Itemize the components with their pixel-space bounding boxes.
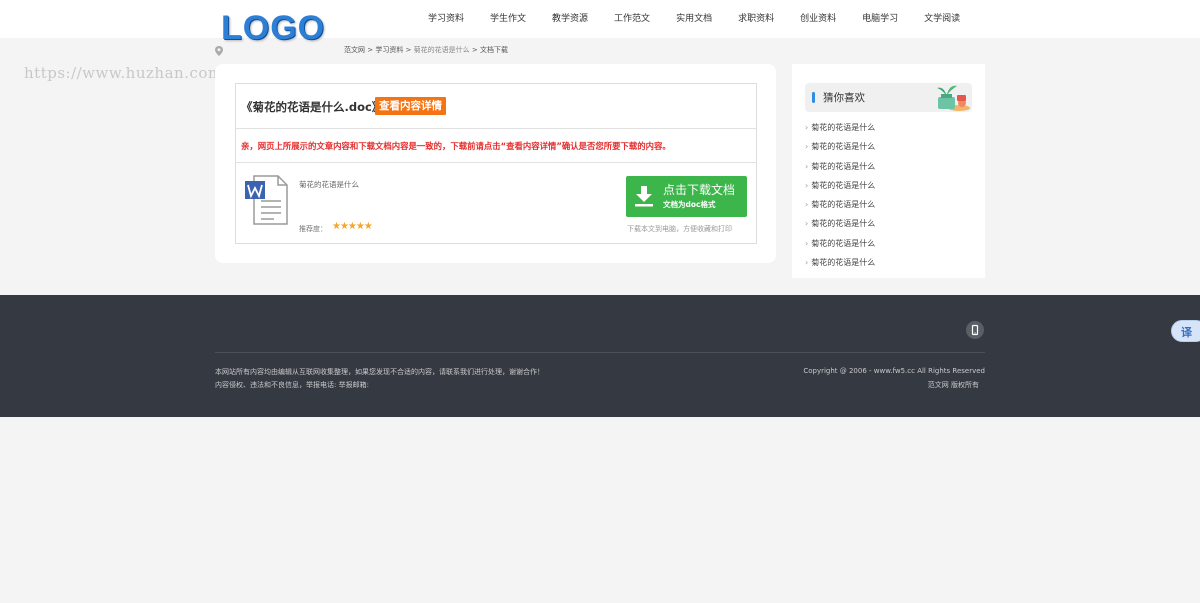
chevron-right-icon: › [805,200,809,210]
list-item-label: 菊花的花语是什么 [811,123,876,132]
list-item-label: 菊花的花语是什么 [811,258,876,268]
chevron-right-icon: › [805,123,809,132]
word-document-icon [245,175,288,225]
nav-item[interactable]: 创业资料 [800,0,836,38]
list-item[interactable]: › 菊花的花语是什么 [805,179,975,198]
download-button[interactable]: 点击下载文档 文档为doc格式 [626,176,747,217]
sidebar-panel: 猜你喜欢 › 菊花的花语是什么 › 菊花的花语是什么 › 菊花的花语是什么 › 菊花的花… [792,64,985,278]
download-notice: 亲，网页上所展示的文章内容和下载文档内容是一致的，下载前请点击“查看内容详情”确… [241,141,671,151]
nav-item[interactable]: 电脑学习 [862,0,898,38]
chevron-right-icon: › [805,258,809,268]
list-item-label: 菊花的花语是什么 [811,161,876,171]
sidebar-title: 猜你喜欢 [823,92,865,104]
document-title-row: 《菊花的花语是什么.doc》 查看内容详情 [236,84,756,129]
chevron-right-icon: › [805,238,809,248]
download-format-label: 文档为doc格式 [663,200,716,209]
mobile-phone-glyph [971,324,979,336]
list-item-label: 菊花的花语是什么 [811,180,876,190]
download-button-label: 点击下载文档 [663,183,736,197]
breadcrumb: 范文网 > 学习资料 > 菊花的花语是什么 > 文档下载 [344,45,508,55]
breadcrumb-article[interactable]: 菊花的花语是什么 [414,46,470,54]
view-details-button[interactable]: 查看内容详情 [375,97,446,115]
plant-illustration-icon [937,85,970,111]
list-item[interactable]: › 菊花的花语是什么 [805,198,975,217]
list-item[interactable]: › 菊花的花语是什么 [805,160,975,179]
list-item[interactable]: › 菊花的花语是什么 [805,237,975,256]
divider [236,162,756,163]
breadcrumb-separator: > [403,46,414,54]
download-hint: 下载本文到电脑，方便收藏和打印 [627,225,732,233]
breadcrumb-separator: > [469,46,480,54]
main-nav: 学习资料 学生作文 教学资源 工作范文 实用文档 求职资料 创业资料 电脑学习 … [428,0,986,38]
recommend-list: › 菊花的花语是什么 › 菊花的花语是什么 › 菊花的花语是什么 › 菊花的花语是什么 … [805,121,975,275]
file-name: 菊花的花语是什么 [299,180,359,189]
chevron-right-icon: › [805,142,809,152]
breadcrumb-category[interactable]: 学习资料 [375,46,403,54]
site-header: LOGO 学习资料 学生作文 教学资源 工作范文 实用文档 求职资料 创业资料 … [0,0,1200,47]
sidebar-header: 猜你喜欢 [805,83,972,112]
mobile-phone-icon[interactable] [966,321,984,339]
nav-item[interactable]: 求职资料 [738,0,774,38]
site-logo[interactable]: LOGO [221,8,325,48]
translate-button[interactable]: 译 [1171,320,1200,342]
nav-item[interactable]: 文学阅读 [924,0,960,38]
translate-icon: 译 [1181,326,1192,339]
footer-disclaimer: 本网站所有内容均由编辑从互联网收集整理，如果您发现不合适的内容，请联系我们进行处… [215,368,544,376]
chevron-right-icon: › [805,180,809,190]
sidebar-accent-bar [812,92,815,103]
site-footer: 本网站所有内容均由编辑从互联网收集整理，如果您发现不合适的内容，请联系我们进行处… [0,295,1200,417]
download-arrow-icon [635,186,653,207]
nav-item[interactable]: 教学资源 [552,0,588,38]
breadcrumb-home[interactable]: 范文网 [344,46,365,54]
footer-copyright: Copyright @ 2006 - www.fw5.cc All Rights… [803,367,985,375]
document-title: 《菊花的花语是什么.doc》 [241,100,384,114]
document-box: 《菊花的花语是什么.doc》 查看内容详情 亲，网页上所展示的文章内容和下载文档… [235,83,757,244]
footer-report-contact: 内容侵权、违法和不良信息，举报电话: 举报邮箱: [215,381,369,389]
chevron-right-icon: › [805,161,809,171]
list-item[interactable]: › 菊花的花语是什么 [805,140,975,159]
list-item[interactable]: › 菊花的花语是什么 [805,121,975,140]
list-item-label: 菊花的花语是什么 [811,200,876,210]
rating-stars: ★★★★★ [332,221,373,232]
breadcrumb-current: 文档下载 [479,46,508,54]
footer-rights: 范文网 版权所有 [927,381,979,389]
list-item-label: 菊花的花语是什么 [811,238,876,248]
rating-label: 推荐度： [299,225,327,233]
nav-item[interactable]: 工作范文 [614,0,650,38]
document-panel: 《菊花的花语是什么.doc》 查看内容详情 亲，网页上所展示的文章内容和下载文档… [215,64,776,263]
footer-divider [215,352,985,353]
list-item[interactable]: › 菊花的花语是什么 [805,256,975,275]
nav-item[interactable]: 实用文档 [676,0,712,38]
nav-item[interactable]: 学生作文 [490,0,526,38]
list-item[interactable]: › 菊花的花语是什么 [805,217,975,236]
nav-item[interactable]: 学习资料 [428,0,464,38]
list-item-label: 菊花的花语是什么 [811,142,876,152]
breadcrumb-separator: > [365,46,376,54]
location-pin-icon [215,46,223,56]
chevron-right-icon: › [805,219,809,229]
list-item-label: 菊花的花语是什么 [811,219,876,229]
